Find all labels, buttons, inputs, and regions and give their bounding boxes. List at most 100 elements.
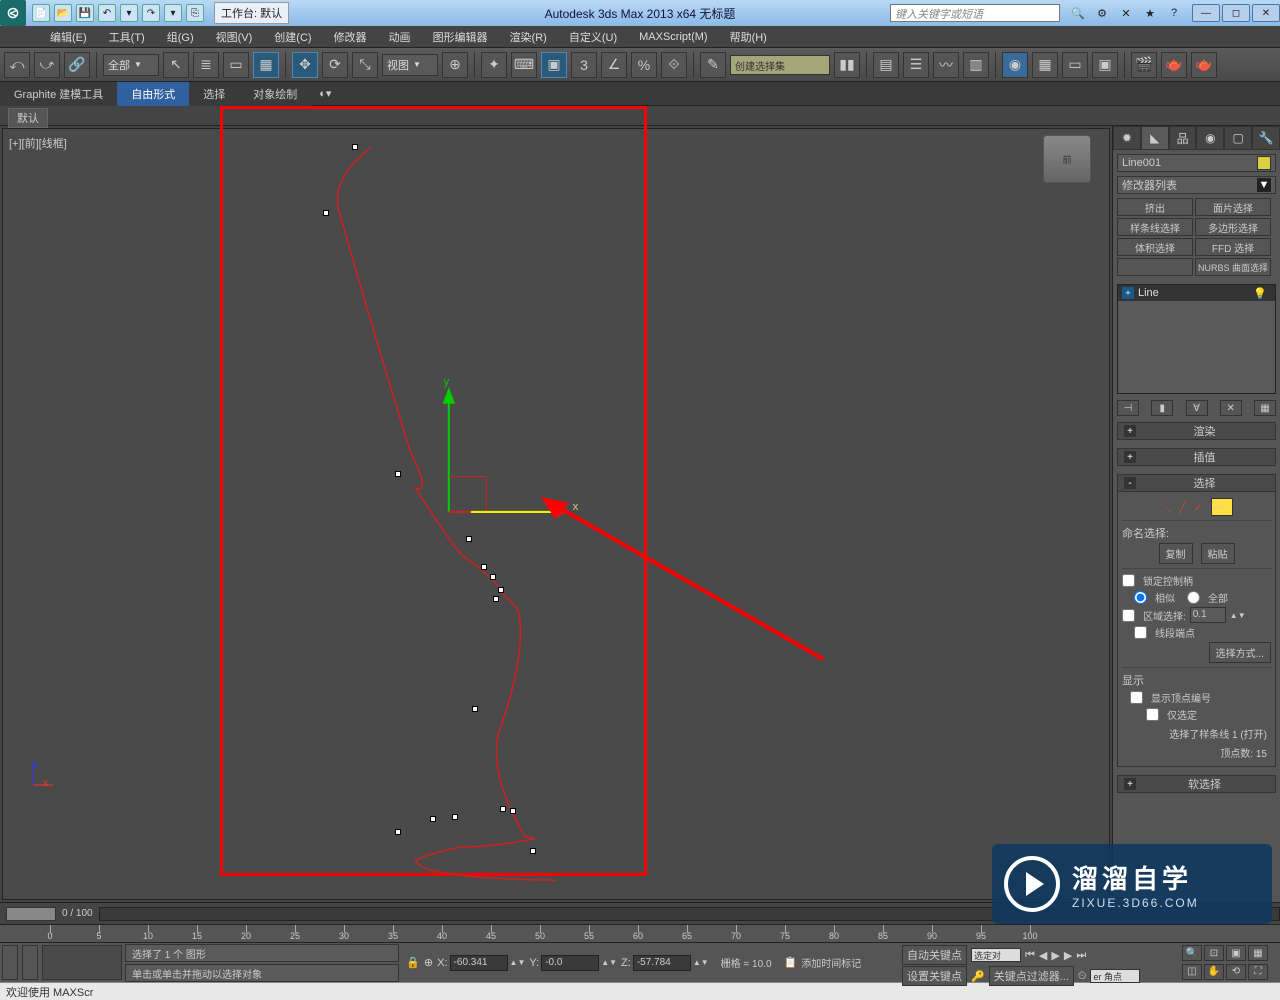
addtime-label[interactable]: 添加时间标记 — [801, 955, 861, 970]
show-vertnum-check[interactable] — [1130, 691, 1143, 704]
setkey-btn[interactable] — [2, 945, 18, 980]
spline-subobj-icon[interactable]: ✓ — [1194, 501, 1203, 514]
link-icon[interactable]: 🔗 — [64, 52, 90, 78]
area-sel-check[interactable] — [1122, 609, 1135, 622]
prev-frame-icon[interactable]: ◀ — [1039, 949, 1047, 962]
teapot-icon[interactable]: 🫖 — [1161, 52, 1187, 78]
ribbon-tab-paint[interactable]: 对象绘制 — [239, 82, 311, 106]
spline-vertex[interactable] — [452, 814, 458, 820]
menu-tools[interactable]: 工具(T) — [99, 26, 155, 48]
corner-input[interactable]: er 角点 — [1090, 969, 1140, 983]
ribbon-expand-icon[interactable]: ◐▾ — [311, 83, 339, 104]
help-icon[interactable]: ? — [1166, 5, 1182, 21]
preset-splinesel[interactable]: 样条线选择 — [1117, 218, 1193, 236]
menu-create[interactable]: 创建(C) — [264, 26, 321, 48]
menu-customize[interactable]: 自定义(U) — [559, 26, 627, 48]
spline-vertex[interactable] — [481, 564, 487, 570]
selkey-input[interactable]: 选定对 — [971, 948, 1021, 962]
editselset-icon[interactable]: ✎ — [700, 52, 726, 78]
preset-polysel[interactable]: 多边形选择 — [1195, 218, 1271, 236]
align-icon[interactable]: ▤ — [873, 52, 899, 78]
spline-vertex[interactable] — [530, 848, 536, 854]
viewport[interactable]: [+][前][线框] 前 y x — [2, 128, 1110, 900]
pan-icon[interactable]: ✋ — [1204, 964, 1224, 980]
key-icon[interactable]: 🔑 — [971, 970, 985, 983]
menu-group[interactable]: 组(G) — [157, 26, 204, 48]
window-crossing-icon[interactable]: ▦ — [253, 52, 279, 78]
object-name-field[interactable]: Line001 — [1117, 154, 1276, 172]
bulb-icon[interactable]: 💡 — [1253, 287, 1267, 300]
render-icon[interactable]: 🎬 — [1131, 52, 1157, 78]
snap-3d-icon[interactable]: 3 — [571, 52, 597, 78]
all-radio[interactable] — [1187, 591, 1200, 604]
rollout-selection[interactable]: -选择 — [1117, 474, 1276, 492]
keymode-btn[interactable] — [22, 945, 38, 980]
app-logo[interactable]: ⧀ — [0, 0, 26, 26]
mirror-icon[interactable]: ▮▮ — [834, 52, 860, 78]
spline-vertex[interactable] — [472, 706, 478, 712]
only-sel-check[interactable] — [1146, 708, 1159, 721]
subscription-icon[interactable]: ⚙ — [1094, 5, 1110, 21]
select-by-name-icon[interactable]: ≣ — [193, 52, 219, 78]
ribbon-default-btn[interactable]: 默认 — [8, 108, 48, 128]
percent-snap-icon[interactable]: % — [631, 52, 657, 78]
menu-maxscript[interactable]: MAXScript(M) — [629, 28, 717, 46]
material-editor-icon[interactable]: ◉ — [1002, 52, 1028, 78]
modify-tab-icon[interactable]: ◣ — [1141, 126, 1169, 150]
preset-patchsel[interactable]: 面片选择 — [1195, 198, 1271, 216]
segend-check[interactable] — [1134, 626, 1147, 639]
unique-icon[interactable]: ∀ — [1186, 400, 1208, 416]
search-input[interactable]: 键入关键字或短语 — [890, 4, 1060, 22]
z-coord[interactable]: -57.784 — [633, 955, 691, 971]
rollout-interp[interactable]: +插值 — [1117, 448, 1276, 466]
spline-subobj-active[interactable]: 〰 — [1211, 498, 1233, 516]
modifier-list-dropdown[interactable]: 修改器列表 ▼ — [1117, 176, 1276, 194]
keyfilter-button[interactable]: 关键点过滤器... — [989, 966, 1074, 986]
ribbon-tab-graphite[interactable]: Graphite 建模工具 — [0, 82, 117, 106]
vertex-subobj-icon[interactable]: ⋱ — [1160, 501, 1171, 514]
spinner-snap-icon[interactable]: ⟐ — [661, 52, 687, 78]
timetag-icon[interactable]: 📋 — [784, 956, 798, 969]
undo-drop-icon[interactable]: ▾ — [120, 4, 138, 22]
motion-tab-icon[interactable]: ◉ — [1196, 126, 1224, 150]
keyboard-shortcut-icon[interactable]: ⌨ — [511, 52, 537, 78]
viewport-label[interactable]: [+][前][线框] — [9, 135, 67, 151]
time-slider-thumb[interactable] — [6, 907, 56, 921]
preset-volsel[interactable]: 体积选择 — [1117, 238, 1193, 256]
teapot2-icon[interactable]: 🫖 — [1191, 52, 1217, 78]
x-coord[interactable]: -60.341 — [450, 955, 508, 971]
redo-drop-icon[interactable]: ▾ — [164, 4, 182, 22]
create-tab-icon[interactable]: ✹ — [1113, 126, 1141, 150]
refcoord-combo[interactable]: 视图▼ — [382, 54, 438, 76]
spline-vertex[interactable] — [430, 816, 436, 822]
save-icon[interactable]: 💾 — [76, 4, 94, 22]
menu-render[interactable]: 渲染(R) — [500, 26, 557, 48]
spline-vertex[interactable] — [466, 536, 472, 542]
exchange-icon[interactable]: ✕ — [1118, 5, 1134, 21]
link-icon[interactable]: ⎘ — [186, 4, 204, 22]
area-value-spinner[interactable]: 0.1 — [1190, 607, 1226, 623]
lock-icon[interactable]: 🔒 — [406, 956, 420, 969]
zoom-ext-all-icon[interactable]: ▦ — [1248, 945, 1268, 961]
selection-filter[interactable]: 全部▼ — [103, 54, 159, 76]
maximize-vp-icon[interactable]: ⛶ — [1248, 964, 1268, 980]
undo-icon[interactable]: ↶ — [98, 4, 116, 22]
modifier-stack[interactable]: + Line 💡 — [1117, 284, 1276, 394]
workspace-selector[interactable]: 工作台: 默认 — [214, 2, 289, 24]
y-coord[interactable]: -0.0 — [541, 955, 599, 971]
lock2-icon[interactable]: ⊕ — [424, 956, 433, 969]
hierarchy-tab-icon[interactable]: 品 — [1169, 126, 1197, 150]
menu-grapheditors[interactable]: 图形编辑器 — [423, 26, 498, 48]
layers-icon[interactable]: ☰ — [903, 52, 929, 78]
zoom-ext-icon[interactable]: ▣ — [1226, 945, 1246, 961]
similar-radio[interactable] — [1134, 591, 1147, 604]
spline-vertex[interactable] — [395, 829, 401, 835]
spline-vertex[interactable] — [490, 574, 496, 580]
next-key-icon[interactable]: ⏭ — [1076, 949, 1086, 962]
menu-modifiers[interactable]: 修改器 — [324, 26, 377, 48]
open-icon[interactable]: 📂 — [54, 4, 72, 22]
pivot-icon[interactable]: ⊕ — [442, 52, 468, 78]
scale-icon[interactable]: ⤡ — [352, 52, 378, 78]
orbit-icon[interactable]: ⟲ — [1226, 964, 1246, 980]
fov-icon[interactable]: ◫ — [1182, 964, 1202, 980]
